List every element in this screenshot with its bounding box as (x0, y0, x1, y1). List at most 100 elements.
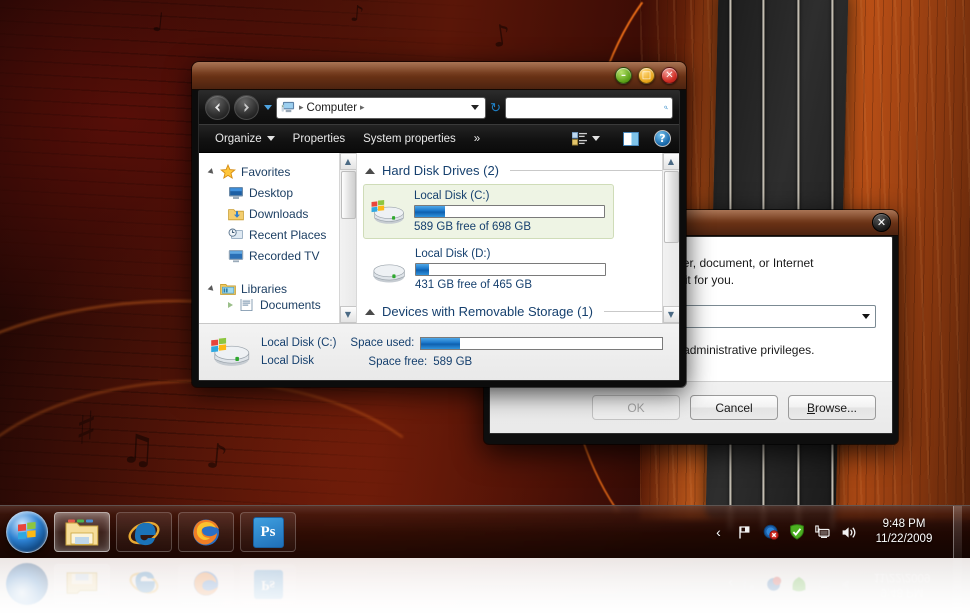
libraries-icon (220, 282, 236, 296)
group-title: Devices with Removable Storage (1) (382, 304, 593, 319)
taskbar[interactable]: Ps ‹ (0, 505, 970, 558)
expand-triangle-icon[interactable] (208, 168, 216, 176)
explorer-titlebar[interactable]: – □ ✕ (192, 62, 686, 90)
clock[interactable]: 9:48 PM 11/22/2009 (866, 517, 938, 547)
taskbar-reflection-inner: Ps ‹ 9:48 PM 11/22/2009 (0, 558, 970, 611)
drive-item-d[interactable]: Local Disk (D:) 431 GB free of 465 GB (363, 243, 614, 296)
taskbar-windows-explorer[interactable] (54, 512, 110, 552)
navpane-scrollbar[interactable]: ▲ ▼ (339, 153, 356, 323)
details-space-free-label: Space free: (368, 356, 427, 368)
window-controls[interactable]: – □ ✕ (615, 67, 678, 84)
divider (604, 311, 667, 312)
details-capacity-bar-fill (421, 338, 460, 349)
system-properties-button[interactable]: System properties (355, 130, 464, 148)
group-header-hard-disk-drives[interactable]: Hard Disk Drives (2) (363, 161, 679, 180)
reflection-ie (116, 565, 172, 605)
network-icon[interactable] (814, 524, 831, 541)
windows-drive-icon (370, 193, 405, 231)
scroll-down-button[interactable]: ▼ (663, 306, 680, 323)
reflection-photoshop: Ps (240, 565, 296, 605)
filelist-scrollbar[interactable]: ▲ ▼ (662, 153, 679, 323)
sidebar-item-documents[interactable]: Documents (199, 299, 356, 311)
recorded-tv-icon (228, 249, 244, 263)
chevron-down-icon[interactable] (592, 136, 600, 141)
views-icon (572, 132, 587, 146)
ok-button[interactable]: OK (592, 395, 680, 420)
collapse-triangle-icon[interactable] (365, 309, 375, 315)
capacity-bar-fill (416, 264, 429, 275)
scroll-up-button[interactable]: ▲ (340, 153, 357, 170)
documents-library-icon (239, 299, 255, 311)
photoshop-label: Ps (261, 524, 276, 541)
sidebar-group-favorites[interactable]: Favorites (199, 161, 356, 182)
scrollbar-thumb[interactable] (341, 171, 356, 219)
desktop-icon (228, 186, 244, 200)
maximize-icon[interactable]: □ (638, 67, 655, 84)
error-badge-icon[interactable] (762, 524, 779, 541)
sidebar-item-downloads[interactable]: Downloads (199, 203, 356, 224)
reflection-explorer (54, 565, 110, 605)
minimize-icon[interactable]: – (615, 67, 632, 84)
details-space-free-value: 589 GB (433, 356, 472, 368)
breadcrumb-separator[interactable]: ▸ (360, 102, 365, 113)
sidebar-item-recent-places[interactable]: Recent Places (199, 224, 356, 245)
breadcrumb-computer[interactable]: Computer (307, 102, 358, 114)
drive-name: Local Disk (D:) (415, 248, 606, 260)
chevron-down-icon[interactable] (264, 105, 272, 110)
address-field[interactable]: ▸ Computer ▸ (276, 97, 486, 119)
command-toolbar[interactable]: Organize Properties System properties » (199, 124, 679, 153)
system-tray[interactable]: ‹ (710, 506, 970, 559)
show-desktop-button[interactable] (953, 506, 962, 559)
organize-button[interactable]: Organize (207, 130, 283, 148)
scroll-down-button[interactable]: ▼ (340, 306, 357, 323)
file-list-pane[interactable]: Hard Disk Drives (2) (357, 153, 679, 323)
search-input[interactable] (510, 102, 664, 114)
group-header-removable-storage[interactable]: Devices with Removable Storage (1) (363, 302, 679, 321)
action-center-flag-icon[interactable] (736, 524, 753, 541)
chevron-down-icon[interactable] (471, 105, 479, 110)
forward-arrow-icon[interactable] (234, 95, 259, 120)
scrollbar-thumb[interactable] (664, 171, 679, 243)
windows-drive-icon (209, 335, 251, 369)
expand-triangle-icon[interactable] (228, 302, 233, 308)
preview-pane-button[interactable] (615, 129, 647, 149)
sidebar-item-desktop[interactable]: Desktop (199, 182, 356, 203)
drive-item-c[interactable]: Local Disk (C:) 589 GB free of 698 GB (363, 184, 614, 239)
divider (510, 170, 667, 171)
taskbar-adobe-photoshop[interactable]: Ps (240, 512, 296, 552)
expand-triangle-icon[interactable] (208, 285, 216, 293)
refresh-icon[interactable]: ↻ (490, 101, 501, 114)
browse-button[interactable]: Browse... (788, 395, 876, 420)
tray-overflow-button[interactable]: ‹ (710, 524, 727, 541)
sidebar-group-label: Favorites (241, 165, 290, 179)
start-button[interactable] (6, 511, 48, 553)
address-bar-row[interactable]: ▸ Computer ▸ ↻ (199, 91, 679, 124)
taskbar-internet-explorer[interactable] (116, 512, 172, 552)
details-drive-type: Local Disk (261, 355, 336, 367)
capacity-bar-fill (415, 206, 445, 217)
sidebar-item-recorded-tv[interactable]: Recorded TV (199, 245, 356, 266)
change-view-button[interactable] (564, 129, 608, 149)
sidebar-group-libraries[interactable]: Libraries (199, 278, 356, 299)
collapse-triangle-icon[interactable] (365, 168, 375, 174)
back-arrow-icon[interactable] (205, 95, 230, 120)
chevron-down-icon[interactable] (862, 314, 870, 319)
scroll-up-button[interactable]: ▲ (663, 153, 680, 170)
downloads-folder-icon (228, 207, 244, 221)
desktop[interactable]: ♩ ♪ ♪ ♫ ♪ ♯ ✕ Type the name of a program… (0, 0, 970, 613)
volume-icon[interactable] (840, 524, 857, 541)
properties-button[interactable]: Properties (285, 130, 353, 148)
toolbar-overflow-button[interactable]: » (466, 130, 488, 148)
navigation-pane[interactable]: Favorites Desktop (199, 153, 357, 323)
cancel-button[interactable]: Cancel (690, 395, 778, 420)
close-icon[interactable]: ✕ (661, 67, 678, 84)
windows-explorer-window[interactable]: – □ ✕ (192, 62, 686, 387)
close-icon[interactable]: ✕ (872, 213, 891, 232)
security-shield-ok-icon[interactable] (788, 524, 805, 541)
explorer-panes: Favorites Desktop (199, 153, 679, 323)
help-button[interactable]: ? (654, 130, 671, 147)
taskbar-mozilla-firefox[interactable] (178, 512, 234, 552)
clock-date: 11/22/2009 (870, 532, 938, 547)
group-title: Hard Disk Drives (2) (382, 163, 499, 178)
search-box[interactable] (505, 97, 673, 119)
